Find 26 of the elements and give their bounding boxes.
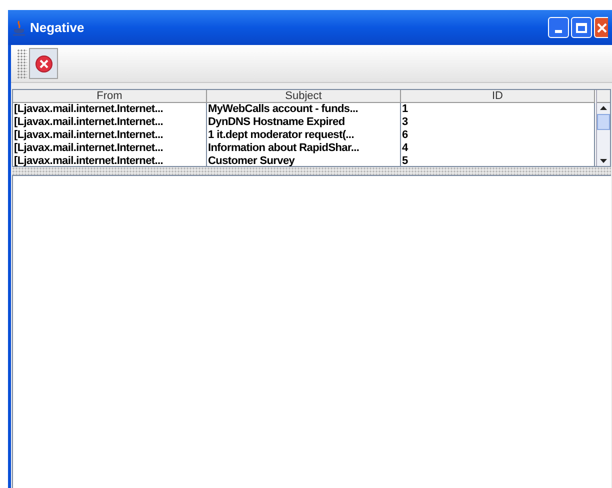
toolbar-grip[interactable]	[17, 48, 27, 78]
column-header[interactable]: Subject	[207, 90, 401, 103]
table-cell: [Ljavax.mail.internet.Internet...	[13, 129, 207, 142]
table-cell: DynDNS Hostname Expired	[207, 116, 401, 129]
scrollbar[interactable]	[596, 90, 610, 166]
table-cell: Information about RapidShar...	[207, 142, 401, 155]
delete-button[interactable]	[29, 48, 58, 79]
table-cell: [Ljavax.mail.internet.Internet...	[13, 142, 207, 155]
cancel-icon	[34, 54, 52, 72]
table-cell: 1	[401, 103, 595, 116]
table-cell: MyWebCalls account - funds...	[207, 103, 401, 116]
cup-icon	[12, 20, 26, 36]
minimize-button[interactable]	[548, 17, 569, 38]
column-header[interactable]: ID	[401, 90, 595, 103]
table-cell: [Ljavax.mail.internet.Internet...	[13, 116, 207, 129]
table-cell: [Ljavax.mail.internet.Internet...	[13, 103, 207, 116]
table-cell: 6	[401, 129, 595, 142]
table-cell: 1 it.dept moderator request(...	[207, 129, 401, 142]
close-icon	[596, 22, 606, 32]
table-cell: 3	[401, 116, 595, 129]
close-button[interactable]	[594, 17, 608, 38]
column-header[interactable]: From	[13, 90, 207, 103]
scroll-thumb[interactable]	[597, 114, 610, 130]
table-cell: 4	[401, 142, 595, 155]
window-title: Negative	[30, 18, 84, 37]
maximize-button[interactable]	[571, 17, 592, 38]
